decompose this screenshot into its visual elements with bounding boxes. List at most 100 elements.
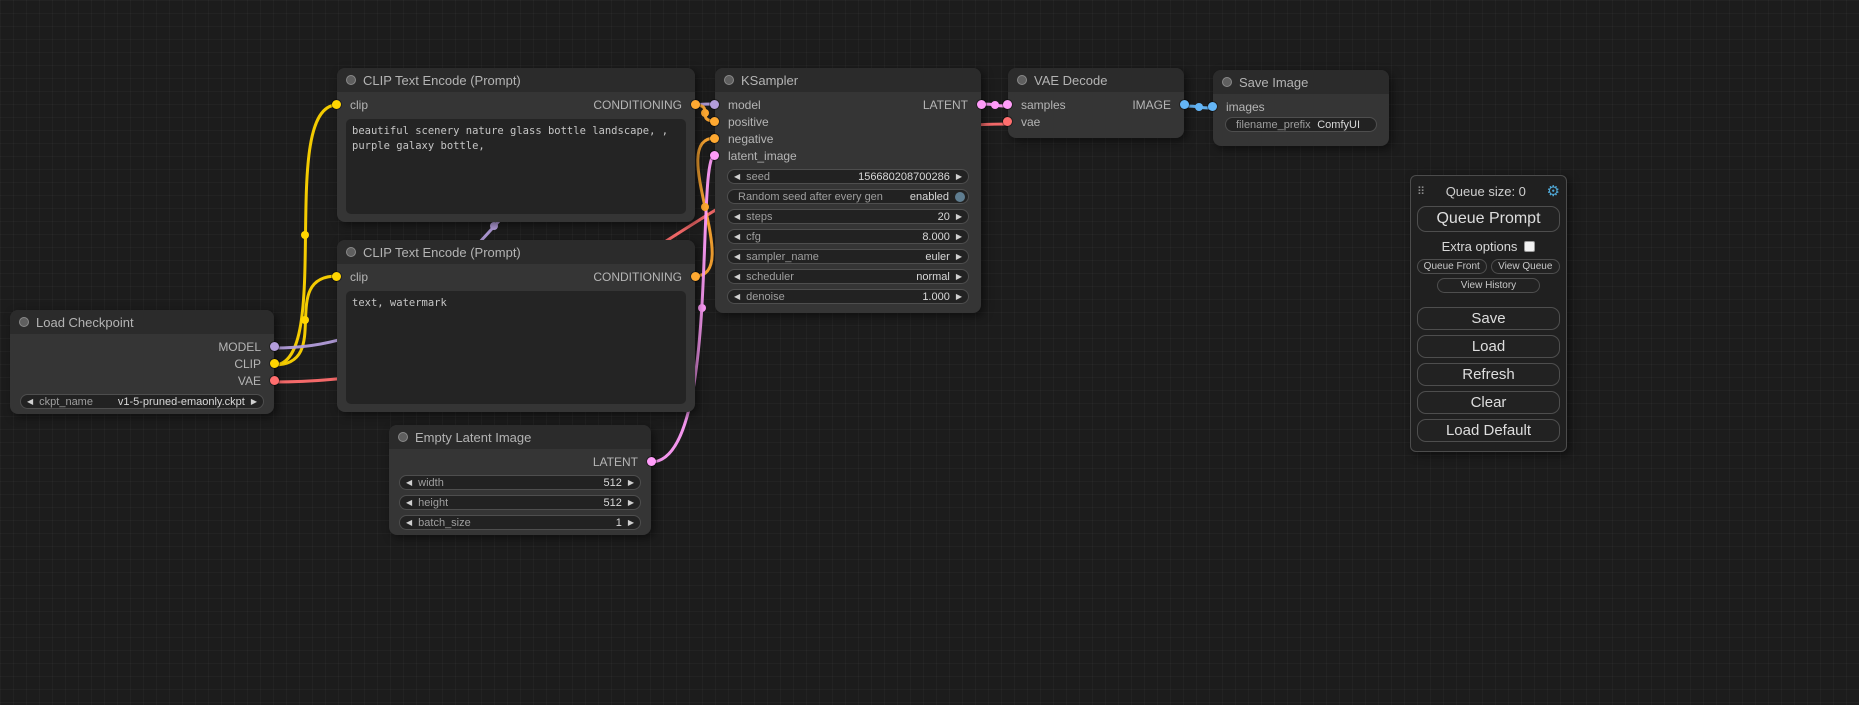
load-button[interactable]: Load (1417, 335, 1560, 358)
link-midpoint-dot[interactable] (490, 222, 498, 230)
widget-ckpt-name[interactable]: ◀ ckpt_name v1-5-pruned-emaonly.ckpt ▶ (20, 394, 264, 409)
widget-batch-size[interactable]: ◀ batch_size 1 ▶ (399, 515, 641, 530)
input-slot-vae: vae (1008, 113, 1184, 130)
increment-arrow-icon[interactable]: ▶ (628, 519, 634, 527)
input-dot-clip[interactable] (332, 272, 341, 281)
output-dot-latent[interactable] (977, 100, 986, 109)
decrement-arrow-icon[interactable]: ◀ (406, 519, 412, 527)
input-dot-latent-image[interactable] (710, 151, 719, 160)
node-load-checkpoint[interactable]: Load Checkpoint MODEL CLIP VAE ◀ ckpt_na… (10, 310, 274, 414)
increment-arrow-icon[interactable]: ▶ (956, 213, 962, 221)
widget-width[interactable]: ◀ width 512 ▶ (399, 475, 641, 490)
link-midpoint-dot[interactable] (701, 109, 709, 117)
link-midpoint-dot[interactable] (301, 231, 309, 239)
widget-scheduler[interactable]: ◀ scheduler normal ▶ (727, 269, 969, 284)
increment-arrow-icon[interactable]: ▶ (956, 233, 962, 241)
output-dot-image[interactable] (1180, 100, 1189, 109)
decrement-arrow-icon[interactable]: ◀ (27, 398, 33, 406)
node-header[interactable]: KSampler (715, 68, 981, 92)
node-vae-decode[interactable]: VAE Decode samples IMAGE vae (1008, 68, 1184, 138)
refresh-button[interactable]: Refresh (1417, 363, 1560, 386)
input-dot-clip[interactable] (332, 100, 341, 109)
queue-front-button[interactable]: Queue Front (1417, 259, 1487, 274)
input-dot-images[interactable] (1208, 102, 1217, 111)
node-header[interactable]: Empty Latent Image (389, 425, 651, 449)
output-dot-conditioning[interactable] (691, 100, 700, 109)
collapse-dot[interactable] (398, 432, 408, 442)
widget-denoise[interactable]: ◀ denoise 1.000 ▶ (727, 289, 969, 304)
output-dot-model[interactable] (270, 342, 279, 351)
increment-arrow-icon[interactable]: ▶ (628, 479, 634, 487)
decrement-arrow-icon[interactable]: ◀ (406, 499, 412, 507)
node-header[interactable]: CLIP Text Encode (Prompt) (337, 240, 695, 264)
node-ksampler[interactable]: KSampler model LATENT positive negative … (715, 68, 981, 313)
widget-steps[interactable]: ◀ steps 20 ▶ (727, 209, 969, 224)
output-dot-latent[interactable] (647, 457, 656, 466)
toggle-knob[interactable] (955, 192, 965, 202)
output-slot-model: MODEL (10, 338, 274, 355)
link-midpoint-dot[interactable] (991, 101, 999, 109)
increment-arrow-icon[interactable]: ▶ (956, 173, 962, 181)
save-button[interactable]: Save (1417, 307, 1560, 330)
node-title: CLIP Text Encode (Prompt) (363, 245, 521, 260)
queue-prompt-button[interactable]: Queue Prompt (1417, 206, 1560, 232)
widget-sampler-name[interactable]: ◀ sampler_name euler ▶ (727, 249, 969, 264)
node-title: CLIP Text Encode (Prompt) (363, 73, 521, 88)
output-dot-vae[interactable] (270, 376, 279, 385)
collapse-dot[interactable] (346, 247, 356, 257)
collapse-dot[interactable] (19, 317, 29, 327)
node-clip-text-encode-negative[interactable]: CLIP Text Encode (Prompt) clip CONDITION… (337, 240, 695, 412)
input-dot-model[interactable] (710, 100, 719, 109)
widget-seed[interactable]: ◀ seed 156680208700286 ▶ (727, 169, 969, 184)
increment-arrow-icon[interactable]: ▶ (956, 273, 962, 281)
drag-handle-icon[interactable]: ⠿ (1417, 185, 1425, 198)
increment-arrow-icon[interactable]: ▶ (251, 398, 257, 406)
clear-button[interactable]: Clear (1417, 391, 1560, 414)
collapse-dot[interactable] (1222, 77, 1232, 87)
node-clip-text-encode-positive[interactable]: CLIP Text Encode (Prompt) clip CONDITION… (337, 68, 695, 222)
collapse-dot[interactable] (1017, 75, 1027, 85)
input-dot-vae[interactable] (1003, 117, 1012, 126)
node-header[interactable]: Save Image (1213, 70, 1389, 94)
output-dot-conditioning[interactable] (691, 272, 700, 281)
increment-arrow-icon[interactable]: ▶ (956, 293, 962, 301)
slot-row: clip CONDITIONING (337, 96, 695, 113)
decrement-arrow-icon[interactable]: ◀ (406, 479, 412, 487)
node-header[interactable]: Load Checkpoint (10, 310, 274, 334)
view-queue-button[interactable]: View Queue (1491, 259, 1561, 274)
input-dot-positive[interactable] (710, 117, 719, 126)
prompt-textarea[interactable]: text, watermark (346, 291, 686, 404)
increment-arrow-icon[interactable]: ▶ (956, 253, 962, 261)
input-dot-negative[interactable] (710, 134, 719, 143)
input-dot-samples[interactable] (1003, 100, 1012, 109)
decrement-arrow-icon[interactable]: ◀ (734, 213, 740, 221)
node-header[interactable]: VAE Decode (1008, 68, 1184, 92)
extra-options-checkbox[interactable] (1524, 241, 1535, 252)
node-save-image[interactable]: Save Image images filename_prefix ComfyU… (1213, 70, 1389, 146)
collapse-dot[interactable] (724, 75, 734, 85)
decrement-arrow-icon[interactable]: ◀ (734, 293, 740, 301)
node-header[interactable]: CLIP Text Encode (Prompt) (337, 68, 695, 92)
collapse-dot[interactable] (346, 75, 356, 85)
decrement-arrow-icon[interactable]: ◀ (734, 273, 740, 281)
widget-height[interactable]: ◀ height 512 ▶ (399, 495, 641, 510)
load-default-button[interactable]: Load Default (1417, 419, 1560, 442)
increment-arrow-icon[interactable]: ▶ (628, 499, 634, 507)
widget-cfg[interactable]: ◀ cfg 8.000 ▶ (727, 229, 969, 244)
decrement-arrow-icon[interactable]: ◀ (734, 233, 740, 241)
node-empty-latent-image[interactable]: Empty Latent Image LATENT ◀ width 512 ▶ … (389, 425, 651, 535)
view-history-button[interactable]: View History (1437, 278, 1540, 293)
link-midpoint-dot[interactable] (701, 203, 709, 211)
prompt-textarea[interactable]: beautiful scenery nature glass bottle la… (346, 119, 686, 214)
output-label-vae: VAE (238, 374, 261, 388)
link-midpoint-dot[interactable] (301, 316, 309, 324)
node-graph-canvas[interactable]: Load Checkpoint MODEL CLIP VAE ◀ ckpt_na… (0, 0, 1859, 705)
widget-filename-prefix[interactable]: filename_prefix ComfyUI (1225, 117, 1377, 132)
link-midpoint-dot[interactable] (1195, 103, 1203, 111)
link-midpoint-dot[interactable] (698, 304, 706, 312)
settings-gear-icon[interactable]: ⚙ (1547, 184, 1560, 199)
decrement-arrow-icon[interactable]: ◀ (734, 173, 740, 181)
widget-random-seed-toggle[interactable]: Random seed after every gen enabled (727, 189, 969, 204)
output-dot-clip[interactable] (270, 359, 279, 368)
decrement-arrow-icon[interactable]: ◀ (734, 253, 740, 261)
